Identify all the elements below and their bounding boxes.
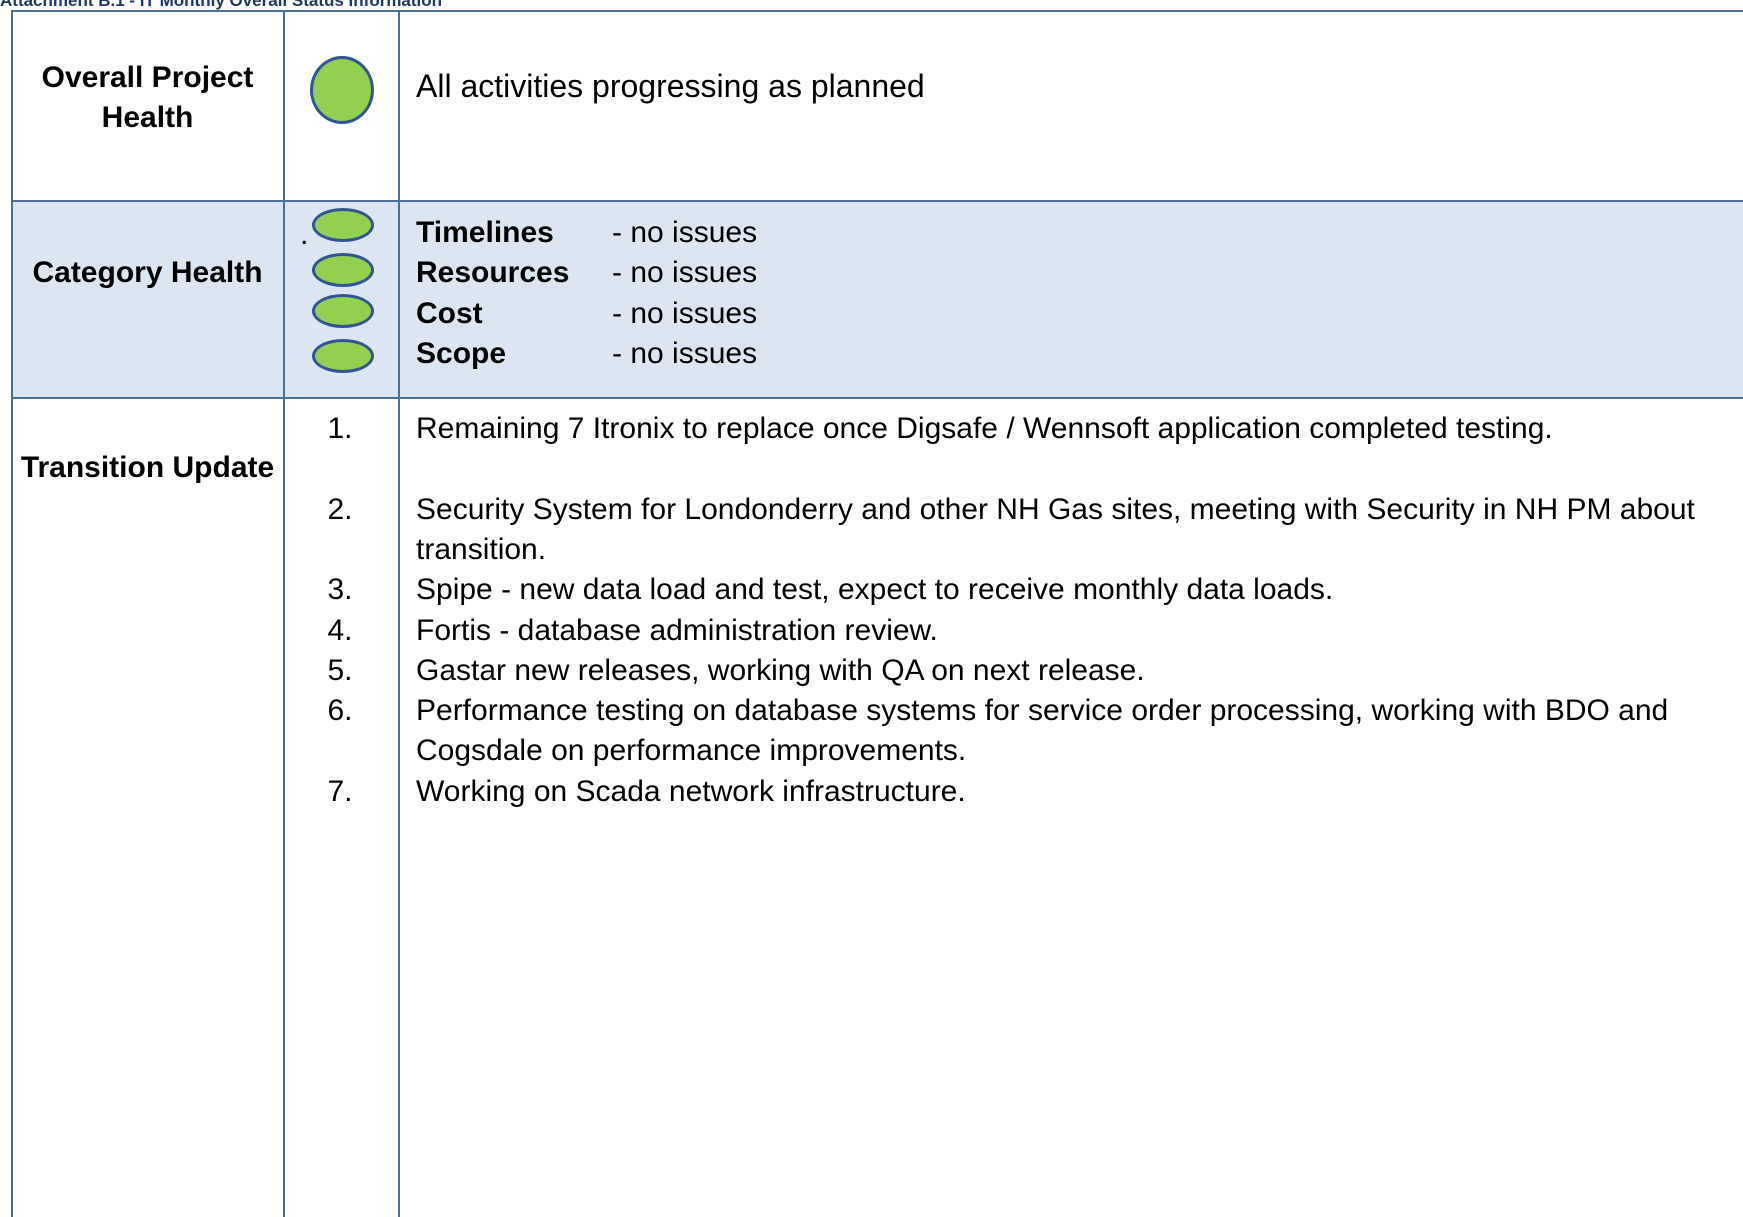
overall-health-label: Overall Project Health: [41, 61, 254, 134]
category-row-timelines: Timelines - no issues: [416, 213, 757, 253]
scope-status-indicator: [312, 339, 374, 373]
table-left-border: [11, 10, 13, 1217]
list-item: Gastar new releases, working with QA on …: [416, 654, 1145, 687]
list-item: Performance testing on database systems …: [416, 694, 1669, 767]
category-marker: .: [300, 218, 309, 251]
category-status-text: - no issues: [612, 297, 758, 330]
category-row-scope: Scope - no issues: [416, 334, 757, 374]
list-item-number: 4.: [327, 614, 353, 647]
list-item-number: 2.: [327, 493, 353, 526]
category-name: Scope: [416, 337, 507, 370]
column-divider-1: [283, 10, 285, 1217]
list-item-number: 3.: [327, 573, 353, 606]
column-divider-2: [398, 10, 400, 1217]
list-item-number: 1.: [327, 412, 353, 445]
category-status-text: - no issues: [612, 256, 758, 289]
overall-summary: All activities progressing as planned: [416, 68, 925, 104]
table-top-border: [12, 10, 1743, 12]
category-health-band: [12, 201, 1743, 398]
overall-status-indicator: [310, 56, 374, 124]
transition-update-label: Transition Update: [20, 451, 275, 484]
list-item: Spipe - new data load and test, expect t…: [416, 573, 1334, 606]
category-name: Timelines: [416, 216, 554, 249]
list-item: Fortis - database administration review.: [416, 614, 938, 647]
category-name: Cost: [416, 297, 483, 330]
list-item: Security System for Londonderry and othe…: [416, 493, 1695, 566]
timelines-status-indicator: [312, 208, 374, 242]
row-divider-1: [12, 200, 1743, 202]
list-item: Working on Scada network infrastructure.: [416, 775, 966, 808]
category-row-resources: Resources - no issues: [416, 253, 757, 293]
list-item-number: 6.: [327, 694, 353, 727]
category-row-cost: Cost - no issues: [416, 294, 757, 334]
list-item-number: 7.: [327, 775, 353, 808]
category-name: Resources: [416, 256, 570, 289]
category-status-text: - no issues: [612, 216, 758, 249]
row-divider-2: [12, 397, 1743, 399]
cost-status-indicator: [312, 294, 374, 328]
resources-status-indicator: [312, 253, 374, 287]
list-item-number: 5.: [327, 654, 353, 687]
list-item: Remaining 7 Itronix to replace once Digs…: [416, 412, 1553, 445]
category-health-label: Category Health: [32, 256, 263, 289]
category-status-text: - no issues: [612, 337, 758, 370]
